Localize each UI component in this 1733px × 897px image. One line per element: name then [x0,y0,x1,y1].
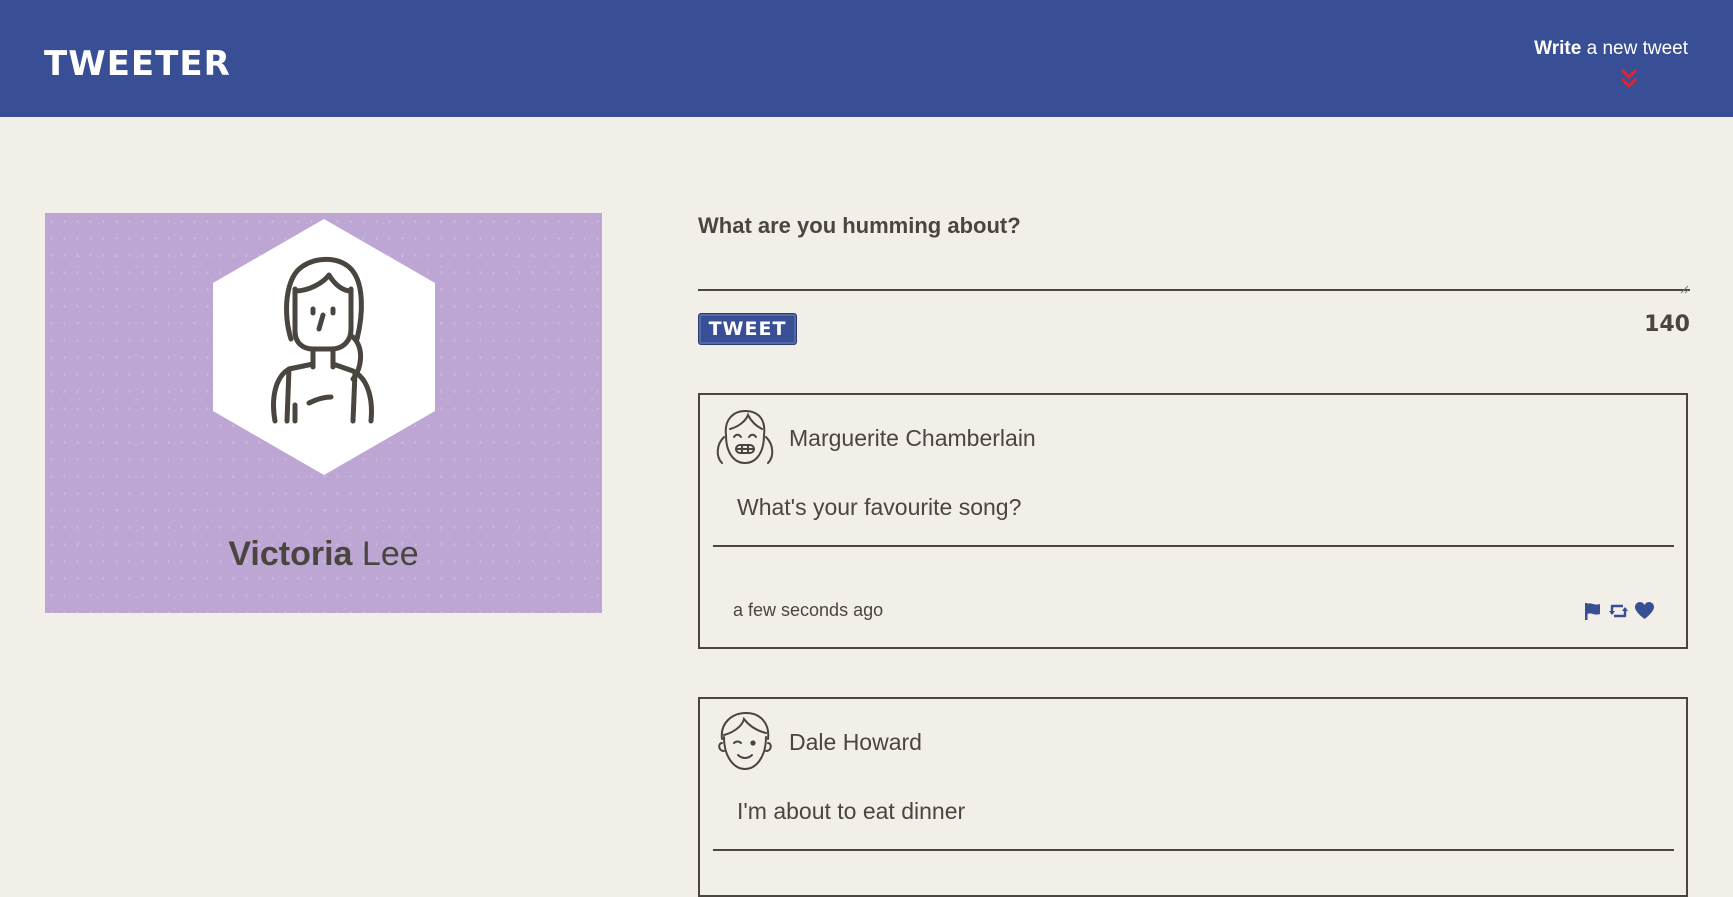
composer-prompt: What are you humming about? [698,213,1021,238]
girl-smiling-avatar-icon [712,405,778,471]
profile-name: Victoria Lee [45,535,602,574]
tweet-textarea[interactable] [698,247,1690,291]
double-chevron-down-icon[interactable] [1620,68,1638,90]
write-new-tweet-label: Write a new tweet [1534,38,1688,59]
tweet-author-name[interactable]: Marguerite Chamberlain [789,425,1036,452]
tweet-card: Marguerite Chamberlain What's your favou… [698,393,1688,649]
resize-grip-icon[interactable] [1680,281,1689,294]
tweet-divider [713,545,1674,547]
top-nav: Tweeter Write a new tweet [0,0,1733,117]
heart-icon[interactable] [1634,600,1655,622]
flag-icon[interactable] [1582,600,1603,622]
write-new-tweet-toggle[interactable]: Write a new tweet [1468,38,1688,94]
profile-last-name: Lee [361,535,419,573]
brand-logo[interactable]: Tweeter [44,44,231,84]
tweet-author-name[interactable]: Dale Howard [789,729,922,756]
profile-first-name: Victoria [228,535,353,573]
tweet-body: What's your favourite song? [737,494,1022,520]
tweet-divider [713,849,1674,851]
char-counter: 140 [1644,312,1690,337]
woman-avatar-icon [213,219,435,475]
tweet-card: Dale Howard I'm about to eat dinner [698,697,1688,897]
tweet-body: I'm about to eat dinner [737,798,966,824]
retweet-icon[interactable] [1608,600,1629,622]
tweet-actions [1582,600,1655,622]
profile-card: Victoria Lee [45,213,602,613]
tweet-composer: What are you humming about? TWEET 140 [698,213,1690,345]
tweet-timestamp: a few seconds ago [733,600,884,620]
boy-winking-avatar-icon [712,709,778,775]
tweet-submit-button[interactable]: TWEET [698,313,797,345]
